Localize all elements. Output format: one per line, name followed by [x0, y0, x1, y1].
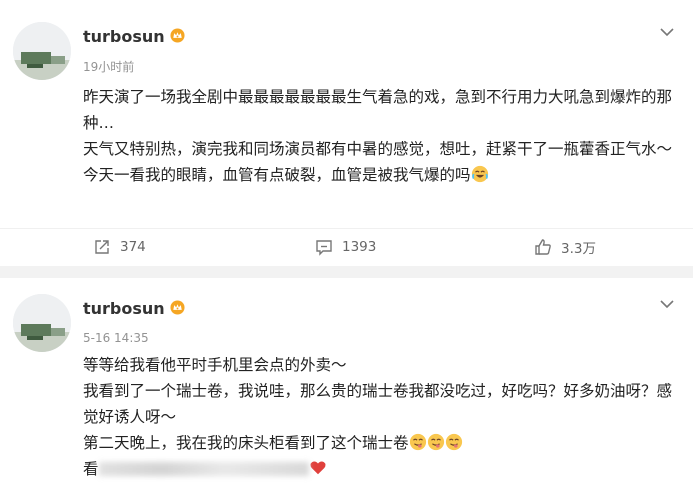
- blurred-text: [98, 462, 309, 476]
- laugh-cry-emoji: [471, 165, 488, 183]
- post-text: 今天一看我的眼睛，血管有点破裂，血管是被我气爆的吗: [83, 166, 471, 184]
- vip-crown-icon: [170, 300, 185, 315]
- username[interactable]: turbosun: [83, 27, 185, 46]
- post-text: 第二天晚上，我在我的床头柜看到了这个瑞士卷: [83, 434, 409, 452]
- post-content: 昨天演了一场我全剧中最最最最最最最生气着急的戏，急到不行用力大吼急到爆炸的那种……: [83, 84, 677, 188]
- post-text-line: 我看到了一个瑞士卷，我说哇，那么贵的瑞士卷我都没吃过，好吃吗？好多奶油呀？感觉好…: [83, 382, 673, 426]
- post-text: 看: [83, 460, 99, 478]
- weibo-post-card: turbosun 5-16 14:35 等等给我看他平时手机里会点的外卖～ 我看…: [0, 278, 693, 500]
- post-content: 等等给我看他平时手机里会点的外卖～ 我看到了一个瑞士卷，我说哇，那么贵的瑞士卷我…: [83, 352, 677, 482]
- post-text-line: 昨天演了一场我全剧中最最最最最最最生气着急的戏，急到不行用力大吼急到爆炸的那种…: [83, 88, 673, 132]
- post-text-line: 看: [83, 456, 677, 482]
- post-text-line: 天气又特别热，演完我和同场演员都有中暑的感觉，想吐，赶紧干了一瓶藿香正气水～: [83, 140, 673, 158]
- comment-button[interactable]: 1393: [314, 237, 376, 257]
- username[interactable]: turbosun: [83, 299, 185, 318]
- username-text[interactable]: turbosun: [83, 299, 165, 318]
- post-text-line: 第二天晚上，我在我的床头柜看到了这个瑞士卷: [83, 430, 677, 456]
- thumbs-up-icon: [535, 239, 551, 255]
- post-time[interactable]: 19小时前: [83, 58, 134, 75]
- comment-icon: [316, 240, 332, 256]
- like-button[interactable]: 3.3万: [533, 237, 596, 257]
- like-count: 3.3万: [561, 241, 596, 257]
- yummy-emoji: [427, 433, 444, 451]
- yummy-emoji: [445, 433, 462, 451]
- repost-count: 374: [120, 239, 146, 255]
- post-text-line: 等等给我看他平时手机里会点的外卖～: [83, 356, 347, 374]
- avatar[interactable]: [13, 22, 71, 80]
- repost-icon: [95, 240, 109, 254]
- vip-crown-icon: [170, 28, 185, 43]
- comment-count: 1393: [342, 239, 377, 255]
- repost-button[interactable]: 374: [92, 237, 146, 257]
- chevron-down-icon[interactable]: [659, 24, 675, 40]
- post-actions: 374 1393 3.3万: [0, 228, 693, 263]
- username-text[interactable]: turbosun: [83, 27, 165, 46]
- heart-emoji: [309, 461, 326, 475]
- avatar[interactable]: [13, 294, 71, 352]
- post-time[interactable]: 5-16 14:35: [83, 331, 149, 345]
- chevron-down-icon[interactable]: [659, 296, 675, 312]
- post-text-line: 今天一看我的眼睛，血管有点破裂，血管是被我气爆的吗: [83, 162, 677, 188]
- yummy-emoji: [409, 433, 426, 451]
- weibo-post-card: turbosun 19小时前 昨天演了一场我全剧中最最最最最最最生气着急的戏，急…: [0, 0, 693, 266]
